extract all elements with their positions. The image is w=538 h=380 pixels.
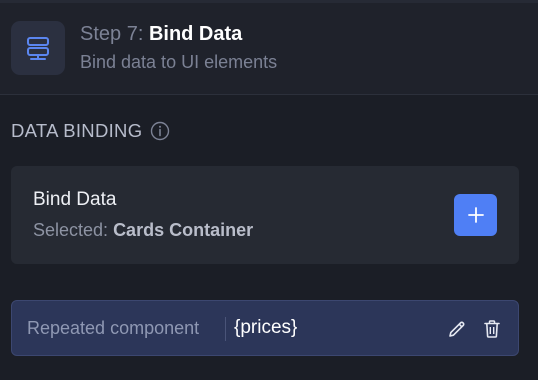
pencil-icon [449,321,465,337]
section-heading-label: DATA BINDING [11,120,143,141]
add-binding-button[interactable] [454,194,497,236]
plus-icon [467,207,484,223]
step-name: Bind Data [148,23,243,45]
section-heading: DATA BINDING [11,120,170,142]
trash-icon [484,320,500,338]
repeated-component-row[interactable]: Repeated component {prices} [11,300,519,356]
selected-element: Selected: Cards Container [33,220,253,241]
bind-data-panel: Step 7: Bind Data Bind data to UI elemen… [0,0,538,380]
step-icon-container [11,21,65,75]
database-stack-icon [27,37,49,60]
step-header: Step 7: Bind Data Bind data to UI elemen… [0,3,538,95]
info-icon[interactable] [150,121,170,141]
edit-binding-button[interactable] [446,318,468,340]
step-title: Step 7: Bind Data [80,23,242,46]
bind-data-card: Bind Data Selected: Cards Container [11,166,519,264]
step-prefix: Step 7: [80,23,149,45]
bind-card-title: Bind Data [33,189,117,210]
selected-value: Cards Container [113,220,254,240]
delete-binding-button[interactable] [481,318,503,340]
repeated-component-label: Repeated component [27,318,200,338]
selected-label: Selected: [33,220,114,240]
row-divider [225,317,226,341]
repeated-component-value: {prices} [234,317,298,338]
step-subtitle: Bind data to UI elements [80,52,278,72]
